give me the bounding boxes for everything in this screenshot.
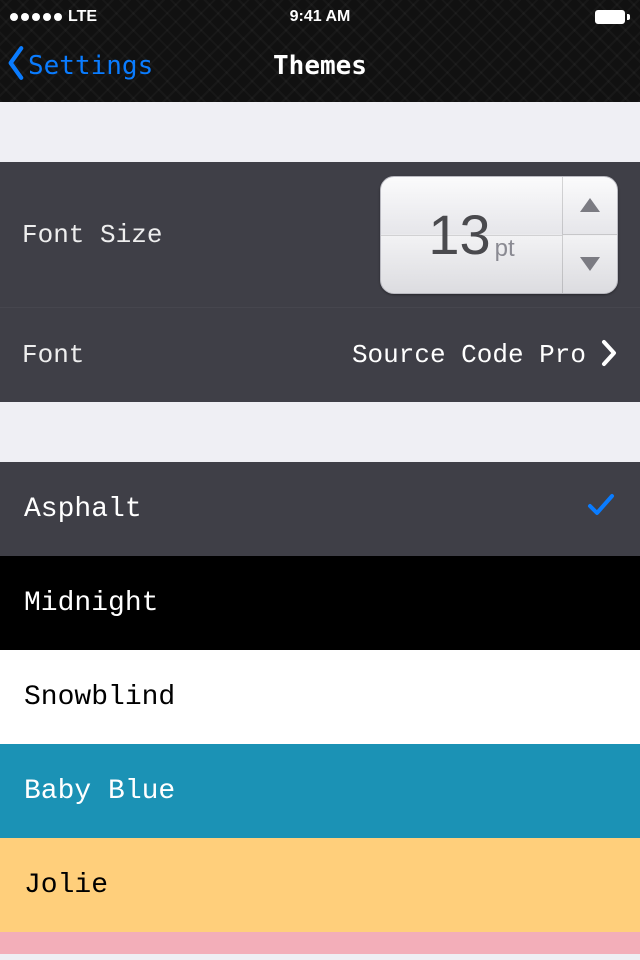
screen: LTE 9:41 AM Settings Themes Font Size bbox=[0, 0, 640, 960]
stepper-arrows bbox=[562, 177, 617, 293]
theme-name: Snowblind bbox=[24, 682, 175, 713]
chevron-left-icon bbox=[6, 45, 28, 88]
font-label: Font bbox=[22, 340, 84, 370]
theme-list: Asphalt Midnight Snowblind Baby Blue Jol… bbox=[0, 462, 640, 954]
theme-row-midnight[interactable]: Midnight bbox=[0, 556, 640, 650]
font-row[interactable]: Font Source Code Pro bbox=[0, 307, 640, 402]
nav-bar: Settings Themes bbox=[0, 30, 640, 102]
theme-row-asphalt[interactable]: Asphalt bbox=[0, 462, 640, 556]
chevron-right-icon bbox=[600, 339, 618, 372]
theme-name: Midnight bbox=[24, 588, 158, 619]
stepper-down-button[interactable] bbox=[563, 234, 617, 293]
battery-icon bbox=[595, 10, 630, 24]
header: LTE 9:41 AM Settings Themes bbox=[0, 0, 640, 102]
triangle-up-icon bbox=[580, 198, 600, 212]
checkmark-icon bbox=[586, 490, 616, 529]
font-settings-group: Font Size 13 pt Font Source bbox=[0, 162, 640, 402]
theme-name: Baby Blue bbox=[24, 776, 175, 807]
status-bar: LTE 9:41 AM bbox=[0, 0, 640, 30]
font-size-row: Font Size 13 pt bbox=[0, 162, 640, 307]
font-value-wrap: Source Code Pro bbox=[352, 339, 618, 372]
clock-label: 9:41 AM bbox=[10, 8, 630, 26]
theme-row-babyblue[interactable]: Baby Blue bbox=[0, 744, 640, 838]
stepper-up-button[interactable] bbox=[563, 177, 617, 235]
theme-name: Jolie bbox=[24, 870, 108, 901]
back-button[interactable]: Settings bbox=[0, 45, 153, 88]
theme-row-peek[interactable] bbox=[0, 932, 640, 954]
font-size-display: 13 pt bbox=[381, 177, 562, 293]
font-size-value: 13 bbox=[428, 202, 490, 267]
theme-row-jolie[interactable]: Jolie bbox=[0, 838, 640, 932]
section-gap bbox=[0, 402, 640, 462]
theme-name: Asphalt bbox=[24, 494, 142, 525]
triangle-down-icon bbox=[580, 257, 600, 271]
back-label: Settings bbox=[28, 51, 153, 81]
font-size-stepper[interactable]: 13 pt bbox=[380, 176, 618, 294]
font-size-label: Font Size bbox=[22, 220, 162, 250]
theme-row-snowblind[interactable]: Snowblind bbox=[0, 650, 640, 744]
section-gap bbox=[0, 102, 640, 162]
font-size-unit: pt bbox=[495, 235, 515, 263]
font-value: Source Code Pro bbox=[352, 340, 586, 370]
